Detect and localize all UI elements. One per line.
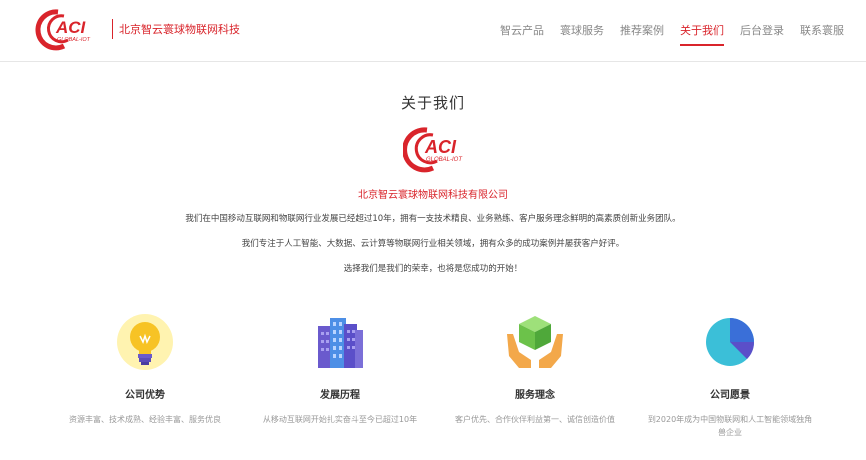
feature-vision: 公司愿景 到2020年成为中国物联网和人工智能领域独角兽企业 [635, 312, 825, 439]
buildings-icon [318, 318, 363, 368]
feature-desc: 客户优先、合作伙伴利益第一、诚信创造价值 [455, 415, 615, 424]
feature-title: 公司优势 [125, 390, 165, 401]
feature-desc: 从移动互联网开始扎实奋斗至今已超过10年 [262, 415, 418, 424]
hands-box-icon [507, 316, 563, 368]
about-paragraph: 选择我们是我们的荣幸，也将是您成功的开始！ [343, 264, 523, 274]
nav-products[interactable]: 智云产品 [500, 22, 544, 46]
company-name: 北京智云寰球物联网科技 [119, 23, 240, 36]
about-paragraph: 我们在中国移动互联网和物联网行业发展已经超过10年，拥有一支技术精良、业务熟练、… [185, 214, 681, 224]
nav-admin-login[interactable]: 后台登录 [740, 22, 784, 46]
nav-about[interactable]: 关于我们 [680, 22, 724, 46]
feature-title: 发展历程 [320, 390, 360, 401]
logo-main-text: ACI [55, 18, 87, 37]
feature-history: 发展历程 从移动互联网开始扎实奋斗至今已超过10年 [245, 312, 435, 426]
logo-sub-text: GLOBAL-IOT [57, 37, 91, 43]
feature-title: 服务理念 [515, 390, 555, 401]
feature-philosophy: 服务理念 客户优先、合作伙伴利益第一、诚信创造价值 [440, 312, 630, 426]
site-header: ACI GLOBAL-IOT 北京智云寰球物联网科技 智云产品 寰球服务 推荐案… [0, 0, 866, 62]
feature-desc: 到2020年成为中国物联网和人工智能领域独角兽企业 [647, 415, 813, 437]
about-paragraph: 我们专注于人工智能、大数据、云计算等物联网行业相关领域，拥有众多的成功案例并屡获… [241, 239, 625, 249]
pie-chart-icon [706, 318, 755, 366]
center-logo-main-text: ACI [424, 137, 457, 157]
logo-divider [112, 19, 113, 39]
feature-desc: 资源丰富、技术成熟、经验丰富、服务优良 [69, 415, 221, 424]
aci-logo-icon: ACI GLOBAL-IOT [35, 9, 91, 51]
nav-cases[interactable]: 推荐案例 [620, 22, 664, 46]
nav-contact[interactable]: 联系寰服 [800, 22, 844, 46]
company-full-name: 北京智云寰球物联网科技有限公司 [358, 190, 508, 201]
aci-center-logo-icon: ACI GLOBAL-IOT [403, 127, 463, 173]
lightbulb-icon [117, 314, 173, 370]
feature-title: 公司愿景 [710, 390, 750, 401]
nav-services[interactable]: 寰球服务 [560, 22, 604, 46]
brand[interactable]: ACI GLOBAL-IOT 北京智云寰球物联网科技 [34, 6, 240, 52]
center-logo-sub-text: GLOBAL-IOT [426, 157, 463, 163]
feature-advantage: 公司优势 资源丰富、技术成熟、经验丰富、服务优良 [50, 312, 240, 426]
about-title: 关于我们 [400, 94, 465, 112]
main-nav: 智云产品 寰球服务 推荐案例 关于我们 后台登录 联系寰服 [484, 22, 844, 46]
